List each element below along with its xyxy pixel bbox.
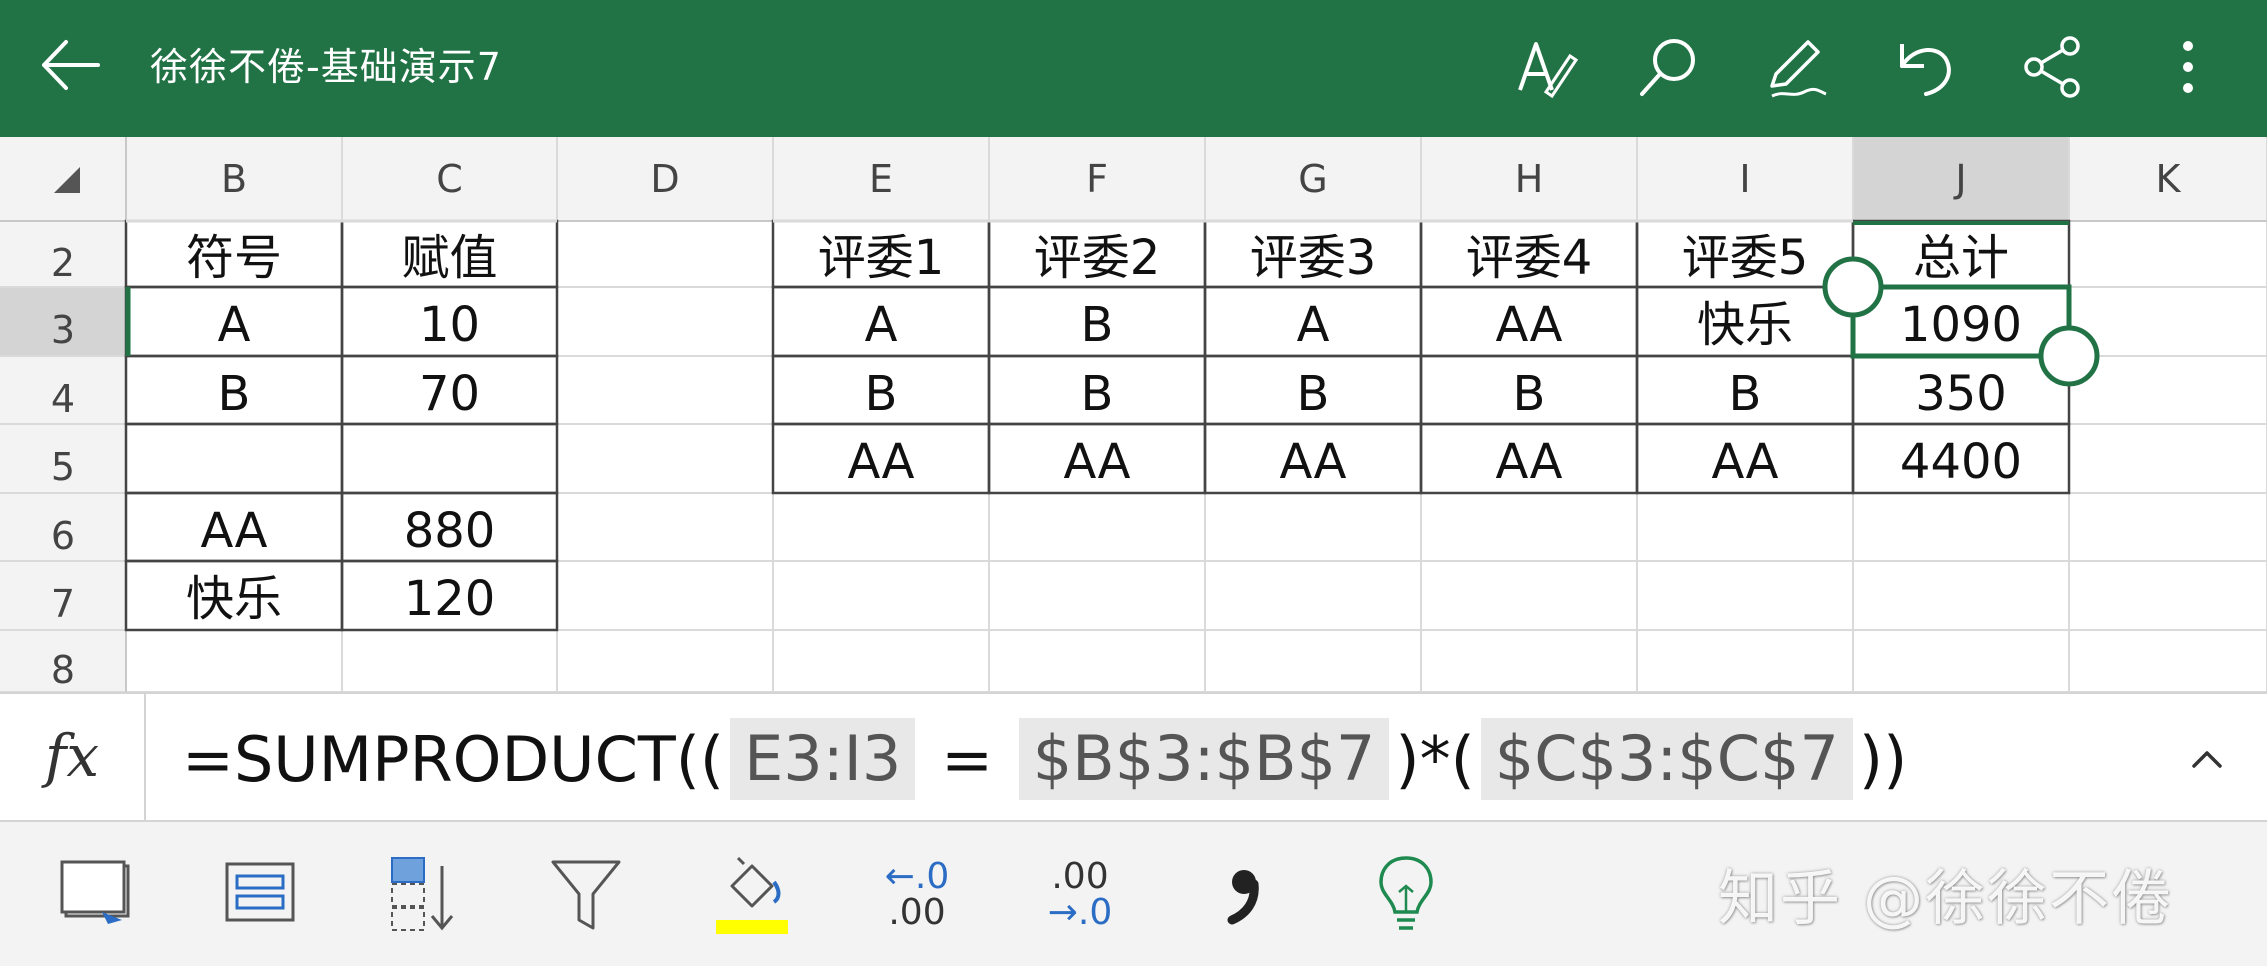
decrease-decimal-bottom: .00 — [888, 892, 946, 933]
spreadsheet-grid[interactable]: B C D E F G H I J K 2 3 4 5 6 7 8 符号 赋值 A 10 B 70 AA 880 快乐 120 评委1… — [0, 137, 2267, 692]
decrease-decimal-top: ←.0 — [884, 856, 950, 897]
ideas-lightbulb-icon[interactable] — [1361, 852, 1451, 938]
column-header-f[interactable]: F — [989, 137, 1205, 221]
sort-icon[interactable] — [378, 852, 468, 938]
row-header-5[interactable]: 5 — [0, 424, 126, 493]
cell-i4[interactable]: B — [1637, 356, 1853, 424]
cell-c3[interactable]: 10 — [342, 287, 557, 356]
column-header-d[interactable]: D — [557, 137, 773, 221]
pen-icon[interactable] — [1764, 34, 1830, 100]
cell-h4[interactable]: B — [1421, 356, 1637, 424]
cell-g3[interactable]: A — [1205, 287, 1421, 356]
undo-icon[interactable] — [1892, 34, 1958, 100]
row-header-8[interactable]: 8 — [0, 630, 126, 692]
cell-c2[interactable]: 赋值 — [342, 221, 557, 287]
increase-decimal-top: .00 — [1051, 856, 1109, 897]
cell-e3[interactable]: A — [773, 287, 989, 356]
column-header-h[interactable]: H — [1421, 137, 1637, 221]
cell-g5[interactable]: AA — [1205, 424, 1421, 493]
cell-f3[interactable]: B — [989, 287, 1205, 356]
cell-h2[interactable]: 评委4 — [1421, 221, 1637, 287]
formula-ref-b3-b7[interactable]: $B$3:$B$7 — [1018, 718, 1390, 800]
cell-i5[interactable]: AA — [1637, 424, 1853, 493]
filter-icon[interactable] — [541, 852, 631, 938]
wrap-text-icon[interactable] — [215, 852, 305, 938]
column-header-c[interactable]: C — [342, 137, 557, 221]
document-title: 徐徐不倦-基础演示7 — [150, 45, 502, 89]
column-header-i[interactable]: I — [1637, 137, 1853, 221]
cell-j4[interactable]: 350 — [1853, 356, 2069, 424]
cell-c4[interactable]: 70 — [342, 356, 557, 424]
decrease-decimal-icon[interactable]: ←.0 .00 — [872, 852, 962, 938]
row-header-2[interactable]: 2 — [0, 221, 126, 287]
cell-e5[interactable]: AA — [773, 424, 989, 493]
bottom-toolbar: ←.0 .00 .00 →.0 知乎 @徐徐不倦 — [0, 822, 2267, 966]
cell-f2[interactable]: 评委2 — [989, 221, 1205, 287]
search-icon[interactable] — [1636, 34, 1702, 100]
cell-i3[interactable]: 快乐 — [1637, 287, 1853, 356]
back-arrow-icon[interactable] — [38, 38, 102, 92]
fill-color-icon[interactable] — [708, 852, 798, 938]
formula-part-equals: = — [921, 722, 1013, 796]
chevron-up-icon[interactable] — [2182, 734, 2232, 784]
cell-j5[interactable]: 4400 — [1853, 424, 2069, 493]
formula-bar[interactable]: fx =SUMPRODUCT(( E3:I3 = $B$3:$B$7 )*( $… — [0, 692, 2267, 822]
cell-j3[interactable]: 1090 — [1853, 287, 2069, 356]
cell-h3[interactable]: AA — [1421, 287, 1637, 356]
cell-f5[interactable]: AA — [989, 424, 1205, 493]
more-icon[interactable] — [2155, 34, 2221, 100]
cell-g4[interactable]: B — [1205, 356, 1421, 424]
formula-ref-e3-i3[interactable]: E3:I3 — [730, 718, 916, 800]
cell-e4[interactable]: B — [773, 356, 989, 424]
cell-c7[interactable]: 120 — [342, 561, 557, 630]
title-bar: 徐徐不倦-基础演示7 — [0, 0, 2267, 137]
share-icon[interactable] — [2020, 34, 2086, 100]
formula-ref-c3-c7[interactable]: $C$3:$C$7 — [1480, 718, 1853, 800]
cell-b7[interactable]: 快乐 — [126, 561, 342, 630]
formula-part-multiply: )*( — [1395, 722, 1475, 796]
row-header-6[interactable]: 6 — [0, 493, 126, 561]
cell-b4[interactable]: B — [126, 356, 342, 424]
formula-expression[interactable]: =SUMPRODUCT(( E3:I3 = $B$3:$B$7 )*( $C$3… — [182, 718, 1907, 800]
cell-h5[interactable]: AA — [1421, 424, 1637, 493]
watermark: 知乎 @徐徐不倦 — [1718, 864, 2174, 934]
text-format-icon[interactable] — [1512, 34, 1579, 100]
row-header-3[interactable]: 3 — [0, 287, 126, 356]
formula-part-close: )) — [1858, 722, 1908, 796]
increase-decimal-bottom: →.0 — [1047, 892, 1113, 933]
column-header-b[interactable]: B — [126, 137, 342, 221]
cell-e2[interactable]: 评委1 — [773, 221, 989, 287]
comma-style-icon[interactable] — [1198, 852, 1288, 938]
cell-c6[interactable]: 880 — [342, 493, 557, 561]
cell-b2[interactable]: 符号 — [126, 221, 342, 287]
row-header-4[interactable]: 4 — [0, 356, 126, 424]
freeze-panes-icon[interactable] — [52, 852, 142, 938]
formula-part-function: =SUMPRODUCT(( — [182, 722, 725, 796]
column-header-e[interactable]: E — [773, 137, 989, 221]
fx-icon[interactable]: fx — [0, 694, 146, 820]
column-header-j[interactable]: J — [1853, 137, 2069, 221]
cell-b6[interactable]: AA — [126, 493, 342, 561]
cell-f4[interactable]: B — [989, 356, 1205, 424]
row-header-7[interactable]: 7 — [0, 561, 126, 630]
increase-decimal-icon[interactable]: .00 →.0 — [1035, 852, 1125, 938]
column-header-g[interactable]: G — [1205, 137, 1421, 221]
cell-j2[interactable]: 总计 — [1853, 221, 2069, 287]
cell-b3[interactable]: A — [126, 287, 342, 356]
column-header-k[interactable]: K — [2069, 137, 2267, 221]
cell-g2[interactable]: 评委3 — [1205, 221, 1421, 287]
cell-i2[interactable]: 评委5 — [1637, 221, 1853, 287]
